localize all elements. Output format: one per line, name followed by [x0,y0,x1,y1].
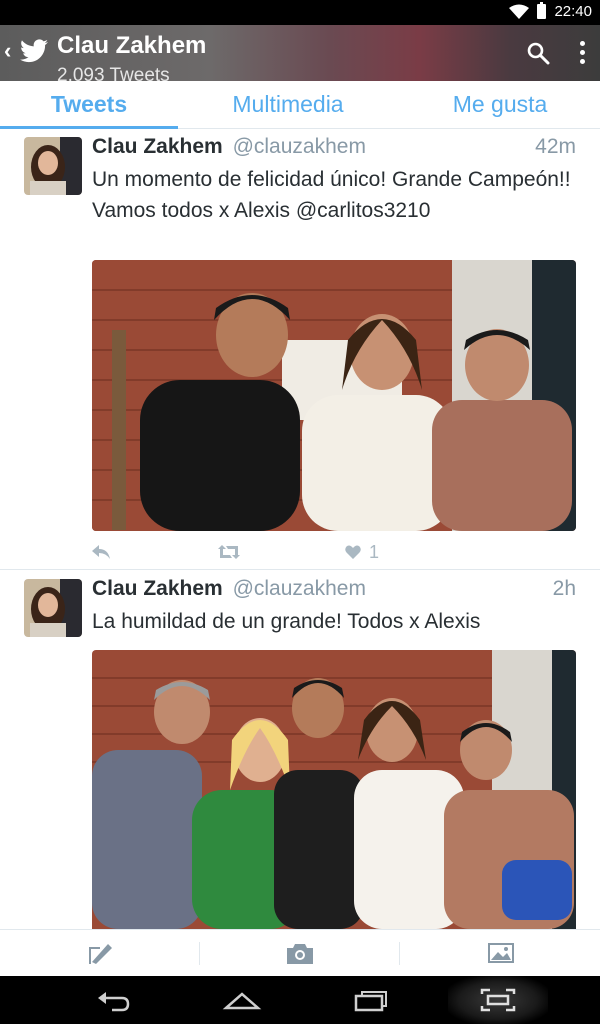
profile-header: ‹ Clau Zakhem 2.093 Tweets [0,25,600,81]
status-bar: 22:40 [0,0,600,25]
back-nav-icon[interactable] [94,984,134,1016]
tweet-item[interactable]: Clau Zakhem @clauzakhem 42m Un momento d… [0,129,600,570]
like-button[interactable]: 1 [345,540,379,564]
separator [399,942,400,965]
wifi-icon [509,4,530,19]
back-icon[interactable]: ‹ [4,38,11,64]
twitter-bird-icon[interactable] [20,39,48,63]
retweet-button[interactable] [218,540,240,564]
status-icons: 22:40 [509,2,592,20]
gallery-icon[interactable] [486,940,516,966]
home-nav-icon[interactable] [222,984,262,1016]
tweet-author-name[interactable]: Clau Zakhem [92,577,223,600]
camera-icon[interactable] [285,940,315,966]
tweet-text: Un momento de felicidad único! Grande Ca… [92,168,571,222]
tab-tweets[interactable]: Tweets [0,81,178,128]
tweet-author-name[interactable]: Clau Zakhem [92,135,223,158]
recents-nav-icon[interactable] [350,984,390,1016]
tweet-photo[interactable] [92,650,576,929]
tweet-actions: 1 [92,540,492,564]
reply-button[interactable] [92,540,110,564]
system-nav-bar [0,976,600,1024]
bottom-action-bar [0,929,600,976]
tab-multimedia[interactable]: Multimedia [200,81,376,128]
battery-icon [537,2,547,19]
compose-icon[interactable] [86,940,116,966]
tweet-count: 2.093 Tweets [57,65,170,81]
overflow-menu-icon[interactable] [572,39,592,67]
tweet-author-handle[interactable]: @clauzakhem [233,135,366,158]
reply-icon [92,545,110,559]
tweet-author-handle[interactable]: @clauzakhem [233,577,366,600]
tweet-header: Clau Zakhem @clauzakhem 2h [92,577,576,605]
separator [199,942,200,965]
profile-name-title: Clau Zakhem [57,32,207,59]
tweet-timestamp: 42m [535,135,576,158]
avatar[interactable] [24,579,82,637]
tweet-item[interactable]: Clau Zakhem @clauzakhem 2h La humildad d… [0,571,600,929]
screenshot-nav-icon[interactable] [478,984,518,1016]
tweet-photo[interactable] [92,260,576,531]
tweet-header: Clau Zakhem @clauzakhem 42m [92,135,576,163]
status-time: 22:40 [554,3,592,20]
profile-tabs: Tweets Multimedia Me gusta [0,81,600,129]
like-count: 1 [369,541,380,562]
avatar[interactable] [24,137,82,195]
tweet-text: La humildad de un grande! Todos x Alexis [92,610,481,633]
heart-icon [345,545,361,559]
retweet-icon [218,545,240,559]
search-icon[interactable] [526,41,550,65]
tweet-timestamp: 2h [552,577,576,600]
tab-me-gusta[interactable]: Me gusta [400,81,600,128]
